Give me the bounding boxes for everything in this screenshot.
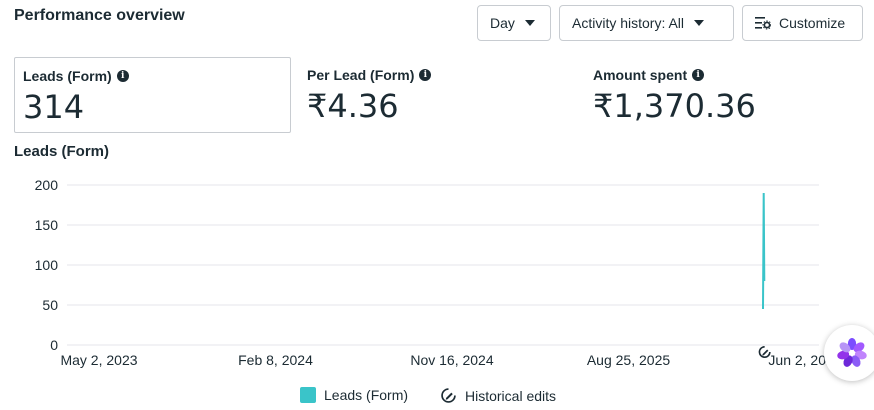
- metric-card-per-lead[interactable]: Per Lead (Form) i ₹4.36: [299, 57, 559, 133]
- chart-title: Leads (Form): [14, 143, 110, 160]
- historical-edits-icon: [441, 388, 456, 403]
- metric-value: ₹4.36: [307, 87, 399, 125]
- day-dropdown[interactable]: Day: [477, 5, 551, 41]
- y-tick-label: 0: [50, 337, 58, 353]
- x-tick-label: Aug 25, 2025: [587, 352, 671, 368]
- leads-chart: 0 50 100 150 200 May 2, 2023 Feb 8, 2024 Nov 16…: [35, 177, 842, 368]
- legend-swatch: [300, 387, 316, 403]
- metric-value: ₹1,370.36: [593, 87, 756, 125]
- metric-label: Amount spent: [593, 67, 688, 83]
- legend-item-leads[interactable]: Leads (Form): [300, 387, 408, 403]
- customize-label: Customize: [779, 15, 846, 31]
- activity-history-label: Activity history: All: [572, 15, 685, 31]
- y-tick-label: 200: [35, 177, 59, 193]
- assistant-flower-icon: [837, 338, 867, 367]
- x-tick-label: May 2, 2023: [60, 352, 137, 368]
- y-tick-label: 50: [42, 297, 58, 313]
- metric-card-leads[interactable]: Leads (Form) i 314: [14, 57, 291, 133]
- info-icon[interactable]: i: [419, 69, 432, 81]
- activity-history-dropdown[interactable]: Activity history: All: [559, 5, 734, 41]
- metric-card-amount-spent[interactable]: Amount spent i ₹1,370.36: [585, 57, 845, 133]
- legend-item-historical-edits[interactable]: Historical edits: [440, 387, 556, 404]
- caret-down-icon: [694, 20, 705, 26]
- x-tick-label: Feb 8, 2024: [238, 352, 313, 368]
- customize-icon: [755, 17, 771, 30]
- caret-down-icon: [524, 20, 535, 26]
- customize-button[interactable]: Customize: [742, 5, 863, 41]
- day-dropdown-label: Day: [490, 15, 515, 31]
- metric-label: Per Lead (Form): [307, 67, 415, 83]
- info-icon[interactable]: i: [116, 70, 129, 82]
- legend-label: Leads (Form): [324, 387, 409, 403]
- y-tick-label: 100: [35, 257, 59, 273]
- assistant-button[interactable]: [824, 325, 874, 381]
- series-line: [762, 192, 766, 310]
- page-title: Performance overview: [14, 7, 185, 24]
- metric-value: 314: [23, 88, 85, 126]
- y-tick-label: 150: [35, 217, 59, 233]
- legend-label: Historical edits: [465, 387, 557, 404]
- metric-label: Leads (Form): [23, 68, 112, 84]
- x-tick-label: Nov 16, 2024: [410, 352, 493, 368]
- info-icon[interactable]: i: [692, 69, 705, 81]
